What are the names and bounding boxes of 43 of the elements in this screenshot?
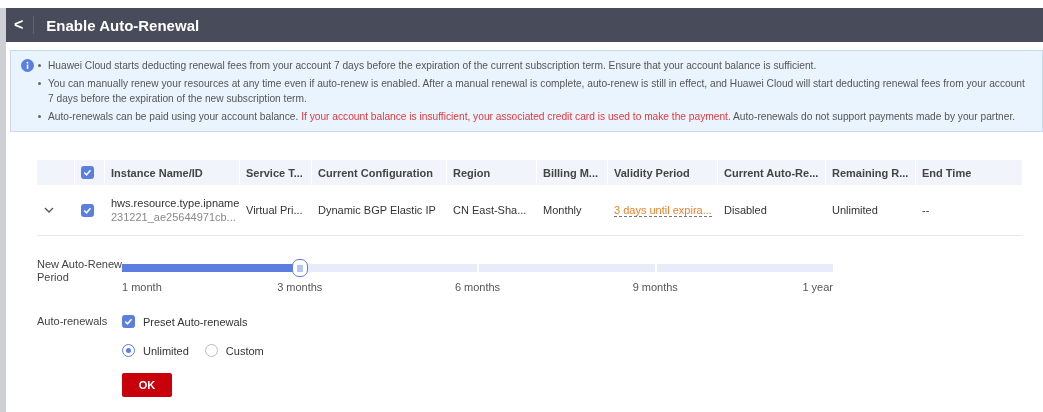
- preset-checkbox[interactable]: [122, 315, 135, 328]
- page-title: Enable Auto-Renewal: [46, 16, 200, 34]
- column-header: Current Auto-Re...: [718, 160, 826, 185]
- tick-label: 9 months: [632, 281, 678, 293]
- notice-text: You can manually renew your resources at any time even if auto-renew is enabled. After a manual renewal is complete, auto-renew is still in effect, and Huawei Cloud will start deducting renewal fees from your account 7 days before the expiration of the new subscription term.: [48, 77, 1026, 106]
- bullet-dot: [38, 64, 41, 67]
- column-header: Current Configuration: [312, 160, 447, 185]
- radio-label: Unlimited: [143, 344, 189, 357]
- slider-thumb[interactable]: [291, 259, 308, 277]
- notice-text: Auto-renewals can be paid using your account balance. If your account balance is insufficient, your associated credit card is used to make the payment. Auto-renewals do not support payments made by your partner.: [48, 110, 1016, 124]
- table-cell: Virtual Pri...: [246, 204, 303, 216]
- table-cell: Dynamic BGP Elastic IP: [318, 204, 436, 216]
- preset-label: Preset Auto-renewals: [143, 315, 248, 328]
- column-header: End Time: [916, 160, 1023, 185]
- bullet-dot: [38, 82, 41, 85]
- tick-label: 1 year: [802, 281, 833, 293]
- instance-name: hws.resource.type.ipname: [111, 197, 240, 209]
- radio-label: Custom: [225, 344, 264, 357]
- column-header: Validity Period: [608, 160, 718, 185]
- tick-label: 3 months: [277, 281, 323, 293]
- table-cell: Disabled: [724, 204, 767, 216]
- bullet-dot: [38, 115, 41, 118]
- period-label: New Auto-Renew Period: [37, 258, 122, 284]
- column-header: Service T...: [240, 160, 312, 185]
- instance-id: 231221_ae25644971cb...: [111, 211, 237, 223]
- tick-label: 1 month: [122, 281, 162, 293]
- column-header: Instance Name/ID: [105, 160, 240, 185]
- table-cell: Monthly: [543, 204, 582, 216]
- table-cell: CN East-Sha...: [453, 204, 527, 216]
- table-cell: Unlimited: [832, 204, 878, 216]
- info-icon: [21, 59, 34, 72]
- column-header: Billing M...: [537, 160, 608, 185]
- column-header: Remaining R...: [826, 160, 916, 185]
- column-header: Region: [447, 160, 537, 185]
- ok-button[interactable]: OK: [122, 373, 172, 397]
- select-all-checkbox[interactable]: [81, 166, 94, 179]
- row-checkbox[interactable]: [81, 203, 94, 217]
- back-button[interactable]: <: [6, 16, 35, 34]
- auto-renewals-label: Auto-renewals: [37, 315, 109, 328]
- tick-label: 6 months: [454, 281, 501, 293]
- notice-text: Huawei Cloud starts deducting renewal fees from your account 7 days before the expiration of the current subscription term. Ensure that your account balance is sufficient.: [48, 59, 817, 73]
- period-slider-track[interactable]: [122, 258, 833, 278]
- table-cell: --: [922, 204, 930, 216]
